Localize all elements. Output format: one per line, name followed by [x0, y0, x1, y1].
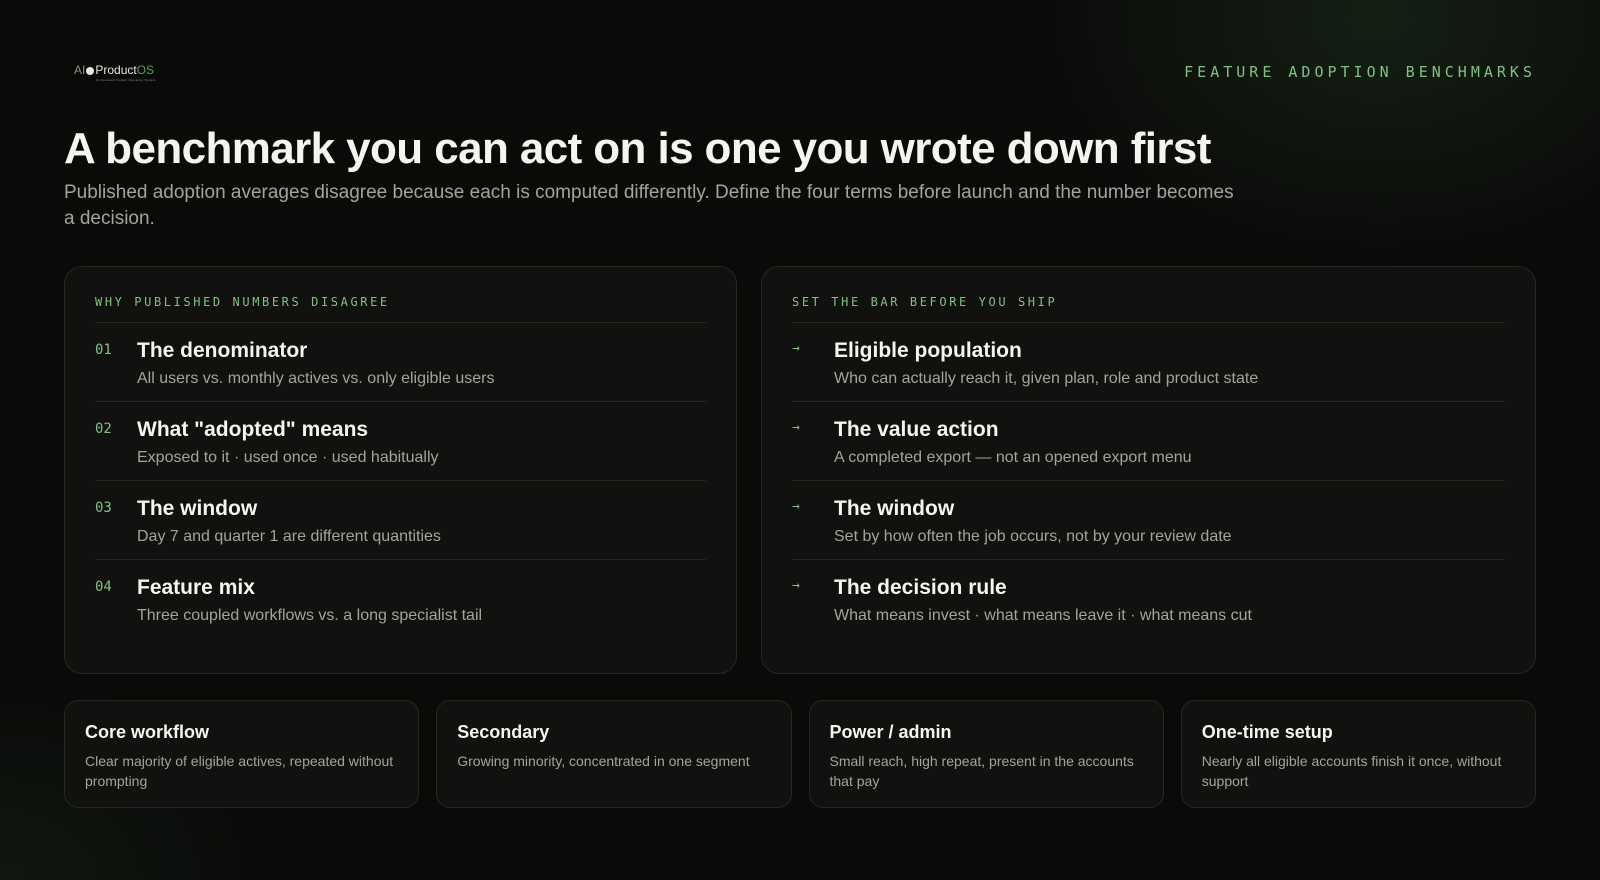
tile-title: Power / admin [829, 722, 952, 742]
tile-description: Nearly all eligible accounts finish it o… [1201, 753, 1502, 789]
item-number: 04 [95, 579, 112, 595]
page-title: A benchmark you can act on is one you wr… [64, 124, 1211, 173]
item-title: The decision rule [834, 576, 1007, 599]
slide: AI Product OS AI-Operated Product Operat… [0, 0, 1600, 880]
logo-tagline: AI-Operated Product Operating System [96, 78, 156, 82]
tile-core-workflow: Core workflow Clear majority of eligible… [64, 700, 420, 808]
item-description: Who can actually reach it, given plan, r… [834, 370, 1259, 387]
item-number: 02 [95, 421, 112, 437]
section-eyebrow: FEATURE ADOPTION BENCHMARKS [1184, 63, 1536, 81]
item-title: Feature mix [137, 576, 255, 599]
tile-title: One-time setup [1201, 722, 1333, 742]
item-description: Day 7 and quarter 1 are different quanti… [137, 528, 441, 545]
tile-description: Clear majority of eligible actives, repe… [85, 753, 394, 789]
item-title: The window [137, 497, 258, 520]
arrow-right-icon: → [792, 499, 800, 514]
list-item: → The decision rule What means invest · … [792, 560, 1505, 639]
item-title: Eligible population [834, 339, 1022, 362]
tile-description: Growing minority, concentrated in one se… [457, 753, 750, 769]
panel-label: SET THE BAR BEFORE YOU SHIP [792, 295, 1505, 323]
tile-secondary: Secondary Growing minority, concentrated… [436, 700, 792, 808]
list-item: 01 The denominator All users vs. monthly… [95, 323, 706, 402]
item-description: What means invest · what means leave it … [834, 607, 1252, 624]
list-item: 03 The window Day 7 and quarter 1 are di… [95, 481, 706, 560]
list-item: 02 What "adopted" means Exposed to it · … [95, 402, 706, 481]
item-description: A completed export — not an opened expor… [834, 449, 1192, 466]
arrow-right-icon: → [792, 420, 800, 435]
logo-product-text: Product [95, 63, 137, 77]
why-numbers-disagree-panel: WHY PUBLISHED NUMBERS DISAGREE 01 The de… [64, 266, 737, 674]
list-item: → Eligible population Who can actually r… [792, 323, 1505, 402]
logo-os-text: OS [136, 63, 155, 77]
panel-label: WHY PUBLISHED NUMBERS DISAGREE [95, 295, 706, 323]
item-description: Set by how often the job occurs, not by … [834, 528, 1232, 545]
item-title: What "adopted" means [137, 418, 369, 441]
brand-logo: AI Product OS AI-Operated Product Operat… [64, 63, 156, 83]
item-description: All users vs. monthly actives vs. only e… [137, 370, 495, 387]
logo-dot-icon [86, 66, 95, 75]
item-title: The denominator [137, 339, 308, 362]
page-subtitle: Published adoption averages disagree bec… [64, 182, 1234, 229]
tile-title: Secondary [457, 722, 550, 742]
arrow-right-icon: → [792, 341, 800, 356]
list-item: 04 Feature mix Three coupled workflows v… [95, 560, 706, 639]
tile-power-admin: Power / admin Small reach, high repeat, … [808, 700, 1164, 808]
item-description: Three coupled workflows vs. a long speci… [137, 607, 483, 624]
top-bar: AI Product OS AI-Operated Product Operat… [64, 58, 1536, 86]
tile-one-time-setup: One-time setup Nearly all eligible accou… [1180, 700, 1536, 808]
item-title: The value action [834, 418, 999, 441]
item-number: 01 [95, 342, 112, 358]
tile-title: Core workflow [85, 722, 210, 742]
list-item: → The value action A completed export — … [792, 402, 1505, 481]
item-title: The window [834, 497, 955, 520]
logo-ai-text: AI [74, 63, 86, 77]
set-the-bar-panel: SET THE BAR BEFORE YOU SHIP → Eligible p… [761, 266, 1536, 674]
arrow-right-icon: → [792, 578, 800, 593]
item-number: 03 [95, 500, 112, 516]
list-item: → The window Set by how often the job oc… [792, 481, 1505, 560]
tile-description: Small reach, high repeat, present in the… [829, 753, 1134, 789]
feature-type-tiles: Core workflow Clear majority of eligible… [64, 700, 1536, 808]
item-description: Exposed to it · used once · used habitua… [137, 449, 439, 466]
